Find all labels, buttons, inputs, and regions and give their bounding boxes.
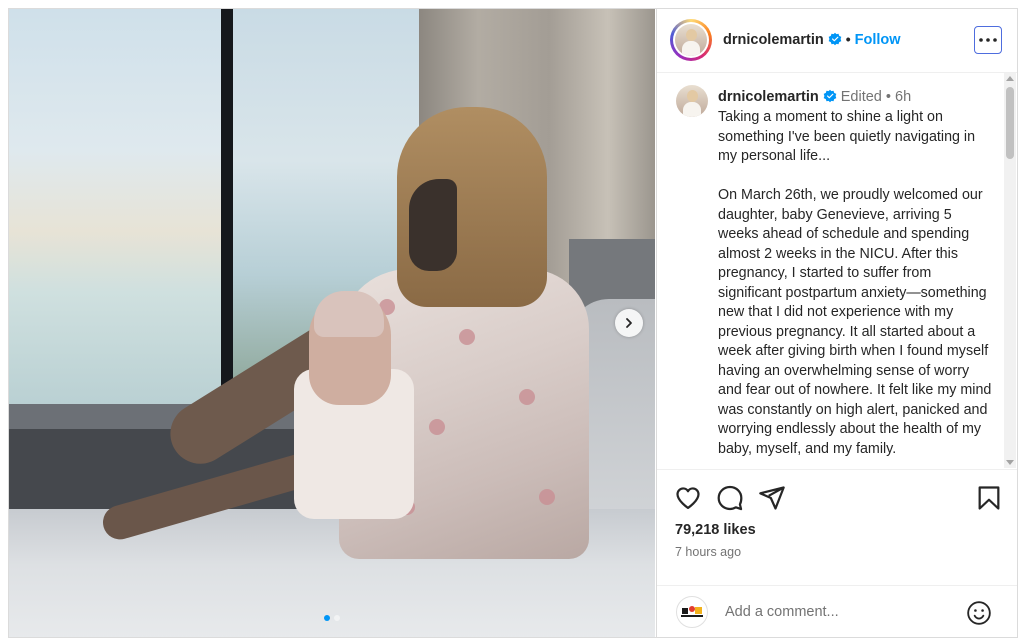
separator: • [845, 31, 851, 47]
face [409, 179, 457, 271]
robe-flower [459, 329, 475, 345]
robe-flower [539, 489, 555, 505]
follow-button[interactable]: Follow [855, 32, 901, 48]
caption-section[interactable]: drnicolemartin Edited • 6h Taking a mome… [657, 73, 1017, 468]
time-ago: 6h [895, 89, 912, 105]
edited-label: Edited [840, 89, 882, 105]
robe-flower [429, 419, 445, 435]
likes-count[interactable]: 79,218 likes [675, 522, 756, 538]
avatar[interactable] [670, 19, 712, 61]
comment-button[interactable] [716, 484, 744, 512]
caption-scrollbar[interactable] [1004, 73, 1016, 468]
chevron-right-icon [626, 318, 632, 328]
separator: • [885, 89, 891, 105]
scroll-up-arrow[interactable] [1006, 76, 1014, 81]
like-button[interactable] [674, 484, 702, 512]
carousel-dot [334, 615, 340, 621]
emoji-icon [967, 601, 991, 625]
verified-badge-icon [823, 89, 837, 103]
carousel-next-button[interactable] [615, 309, 643, 337]
bookmark-icon [978, 486, 1000, 510]
author-row: drnicolemartin • Follow [723, 31, 901, 48]
current-user-avatar [676, 596, 708, 628]
scroll-down-arrow[interactable] [1006, 460, 1014, 465]
post-dialog: drnicolemartin • Follow drnicolemartin Edi… [8, 8, 1018, 638]
comment-bar [657, 585, 1017, 637]
more-options-icon [979, 38, 997, 42]
comment-icon [717, 485, 743, 511]
more-options-button[interactable] [974, 26, 1002, 54]
share-icon [759, 486, 785, 510]
baby-headband [314, 291, 384, 337]
share-button[interactable] [758, 484, 786, 512]
avatar-logo [681, 606, 703, 617]
robe-flower [519, 389, 535, 405]
carousel-dot [324, 615, 330, 621]
action-bar: 79,218 likes 7 hours ago [657, 469, 1017, 588]
heart-icon [676, 487, 700, 510]
emoji-button[interactable] [966, 600, 992, 626]
comment-input[interactable] [723, 598, 967, 626]
post-timestamp[interactable]: 7 hours ago [675, 545, 741, 559]
caption-username[interactable]: drnicolemartin [718, 89, 819, 105]
window-frame [221, 9, 233, 419]
caption-text: Taking a moment to shine a light on some… [718, 109, 992, 457]
window-view [9, 9, 223, 414]
post-media[interactable] [9, 9, 655, 637]
post-sidebar: drnicolemartin • Follow drnicolemartin Edi… [656, 9, 1017, 637]
caption-header: drnicolemartin Edited • 6h [718, 89, 911, 105]
author-username[interactable]: drnicolemartin [723, 32, 824, 48]
carousel-indicator [324, 615, 340, 621]
verified-badge-icon [828, 32, 842, 46]
post-header: drnicolemartin • Follow [657, 9, 1017, 73]
caption-avatar[interactable] [676, 85, 708, 117]
save-button[interactable] [975, 484, 1003, 512]
scrollbar-thumb[interactable] [1006, 87, 1014, 159]
